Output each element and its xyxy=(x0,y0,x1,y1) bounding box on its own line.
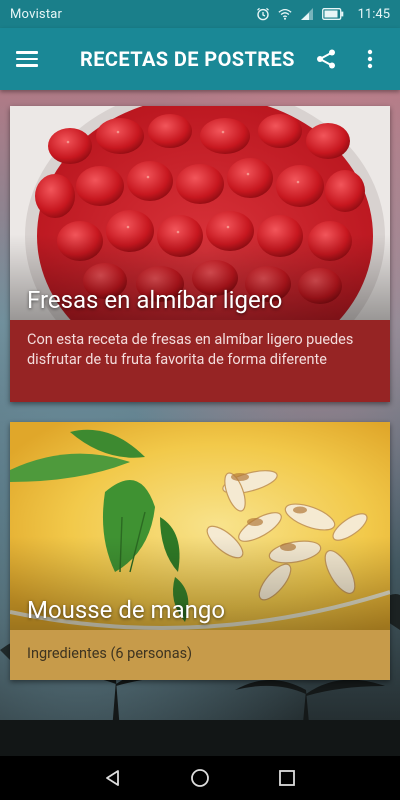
carrier-name: Movistar xyxy=(10,6,63,22)
wifi-icon xyxy=(278,7,292,21)
alarm-icon xyxy=(256,7,270,21)
share-icon[interactable] xyxy=(304,37,348,81)
recipe-title: Fresas en almíbar ligero xyxy=(27,286,283,314)
app-toolbar: RECETAS DE POSTRES xyxy=(0,28,400,90)
signal-icon xyxy=(300,7,314,21)
back-icon[interactable] xyxy=(93,758,133,798)
clock: 11:45 xyxy=(357,6,390,22)
recipe-description: Ingredientes (6 personas) xyxy=(10,630,390,680)
system-nav-bar xyxy=(0,756,400,800)
recipe-card[interactable]: Fresas en almíbar ligero Con esta receta… xyxy=(10,106,390,402)
page-title: RECETAS DE POSTRES xyxy=(80,47,295,71)
recipe-description: Con esta receta de fresas en almíbar lig… xyxy=(10,320,390,402)
status-bar: Movistar 11:45 xyxy=(0,0,400,28)
more-vert-icon[interactable] xyxy=(348,37,392,81)
home-icon[interactable] xyxy=(180,758,220,798)
recipe-title: Mousse de mango xyxy=(27,596,226,624)
battery-icon xyxy=(321,7,344,21)
recents-icon[interactable] xyxy=(267,758,307,798)
recipe-card[interactable]: Mousse de mango Ingredientes (6 personas… xyxy=(10,422,390,680)
menu-icon[interactable] xyxy=(16,43,48,75)
